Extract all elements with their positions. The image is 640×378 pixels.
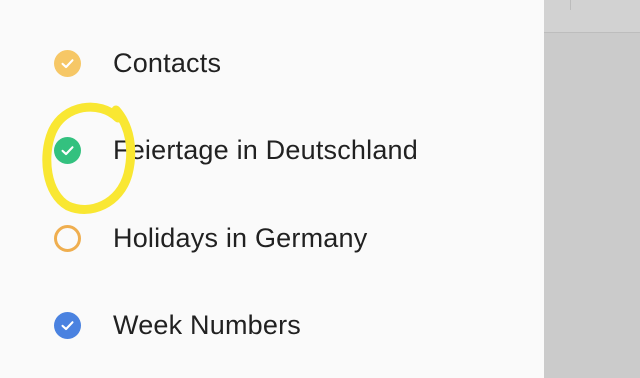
scrim-app-bar: [544, 0, 640, 33]
calendar-checkbox-week-numbers[interactable]: [54, 312, 81, 339]
calendar-item-week-numbers[interactable]: Week Numbers: [0, 286, 544, 366]
calendar-label: Contacts: [113, 48, 222, 78]
calendar-item-feiertage[interactable]: Feiertage in Deutschland: [0, 111, 544, 191]
calendar-checkbox-contacts[interactable]: [54, 50, 81, 77]
calendar-label: Feiertage in Deutschland: [113, 135, 418, 165]
calendar-label: Holidays in Germany: [113, 223, 368, 253]
calendar-checkbox-holidays[interactable]: [54, 225, 81, 252]
divider: [570, 0, 571, 10]
calendar-item-holidays[interactable]: Holidays in Germany: [0, 199, 544, 279]
checkmark-icon: [61, 59, 74, 69]
drawer-scrim[interactable]: [544, 0, 640, 378]
calendar-settings-screen: Contacts Feiertage in Deutschland Holida…: [0, 0, 640, 378]
calendar-label: Week Numbers: [113, 310, 301, 340]
checkmark-icon: [61, 146, 74, 156]
calendar-item-contacts[interactable]: Contacts: [0, 24, 544, 104]
calendar-list-drawer: Contacts Feiertage in Deutschland Holida…: [0, 0, 544, 378]
calendar-checkbox-feiertage[interactable]: [54, 137, 81, 164]
checkmark-icon: [61, 321, 74, 331]
